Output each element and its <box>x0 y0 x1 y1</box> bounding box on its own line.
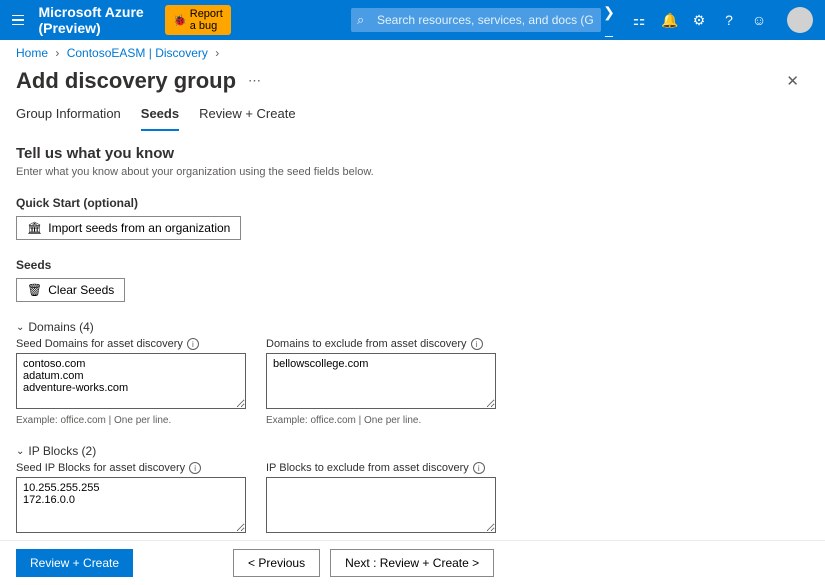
info-icon[interactable]: i <box>189 462 201 474</box>
page-title: Add discovery group <box>16 68 236 94</box>
exclude-ipblocks-label: IP Blocks to exclude from asset discover… <box>266 462 469 474</box>
exclude-domains-label: Domains to exclude from asset discovery <box>266 338 467 350</box>
chevron-right-icon: › <box>55 46 59 60</box>
section-heading: Tell us what you know <box>16 145 809 162</box>
header-icon-group: ❯_ ⚏ 🔔 ⚙ ? ☺ <box>601 4 813 37</box>
report-bug-label: Report a bug <box>190 8 223 32</box>
import-icon: 🏛 <box>27 221 42 235</box>
global-search-input[interactable] <box>351 8 601 32</box>
seed-domains-input[interactable] <box>16 353 246 409</box>
help-icon[interactable]: ? <box>721 12 737 28</box>
section-subtext: Enter what you know about your organizat… <box>16 166 809 178</box>
chevron-down-icon: ⌄ <box>16 322 24 333</box>
seed-ipblocks-label: Seed IP Blocks for asset discovery <box>16 462 185 474</box>
import-seeds-button[interactable]: 🏛 Import seeds from an organization <box>16 216 241 240</box>
user-avatar[interactable] <box>787 7 813 33</box>
breadcrumb-home[interactable]: Home <box>16 46 48 60</box>
tab-group-information[interactable]: Group Information <box>16 102 121 131</box>
bug-icon: 🐞 <box>173 14 187 27</box>
clear-seeds-label: Clear Seeds <box>48 283 114 297</box>
breadcrumb-workspace[interactable]: ContosoEASM | Discovery <box>67 46 208 60</box>
info-icon[interactable]: i <box>471 338 483 350</box>
feedback-icon[interactable]: ☺ <box>751 12 767 28</box>
exclude-domains-input[interactable] <box>266 353 496 409</box>
chevron-right-icon: › <box>215 46 219 60</box>
hamburger-menu-icon[interactable] <box>12 10 24 30</box>
tab-review-create[interactable]: Review + Create <box>199 102 295 131</box>
notifications-icon[interactable]: 🔔 <box>661 12 677 29</box>
import-seeds-label: Import seeds from an organization <box>48 221 230 235</box>
settings-icon[interactable]: ⚙ <box>691 12 707 29</box>
directory-icon[interactable]: ⚏ <box>631 12 647 29</box>
close-icon[interactable]: ✕ <box>786 72 799 90</box>
next-button[interactable]: Next : Review + Create > <box>330 549 494 577</box>
review-create-button[interactable]: Review + Create <box>16 549 133 577</box>
tab-seeds[interactable]: Seeds <box>141 102 179 131</box>
seed-ipblocks-input[interactable] <box>16 477 246 533</box>
brand-label: Microsoft Azure (Preview) <box>38 4 145 36</box>
top-header: Microsoft Azure (Preview) 🐞 Report a bug… <box>0 0 825 40</box>
clear-seeds-button[interactable]: 🗑 Clear Seeds <box>16 278 125 302</box>
cloud-shell-icon[interactable]: ❯_ <box>601 4 617 37</box>
ipblocks-group: ⌄ IP Blocks (2) Seed IP Blocks for asset… <box>16 444 809 536</box>
content-area: Tell us what you know Enter what you kno… <box>0 131 825 536</box>
report-bug-button[interactable]: 🐞 Report a bug <box>165 5 231 35</box>
quickstart-label: Quick Start (optional) <box>16 196 809 210</box>
exclude-domains-example: Example: office.com | One per line. <box>266 415 496 426</box>
page-title-row: Add discovery group ⋯ ✕ <box>0 66 825 102</box>
seeds-label: Seeds <box>16 258 809 272</box>
search-icon: ⌕ <box>357 12 364 28</box>
exclude-ipblocks-input[interactable] <box>266 477 496 533</box>
wizard-footer: Review + Create < Previous Next : Review… <box>0 540 825 585</box>
trash-icon: 🗑 <box>27 283 42 297</box>
seed-domains-label: Seed Domains for asset discovery <box>16 338 183 350</box>
domains-header-label: Domains (4) <box>28 320 93 334</box>
domains-group: ⌄ Domains (4) Seed Domains for asset dis… <box>16 320 809 426</box>
ipblocks-header-label: IP Blocks (2) <box>28 444 96 458</box>
info-icon[interactable]: i <box>473 462 485 474</box>
chevron-down-icon: ⌄ <box>16 446 24 457</box>
more-actions-icon[interactable]: ⋯ <box>248 73 261 89</box>
info-icon[interactable]: i <box>187 338 199 350</box>
seed-domains-example: Example: office.com | One per line. <box>16 415 246 426</box>
ipblocks-collapse-header[interactable]: ⌄ IP Blocks (2) <box>16 444 809 458</box>
breadcrumb: Home › ContosoEASM | Discovery › <box>0 40 825 66</box>
previous-button[interactable]: < Previous <box>233 549 320 577</box>
wizard-tabs: Group Information Seeds Review + Create <box>0 102 825 131</box>
domains-collapse-header[interactable]: ⌄ Domains (4) <box>16 320 809 334</box>
